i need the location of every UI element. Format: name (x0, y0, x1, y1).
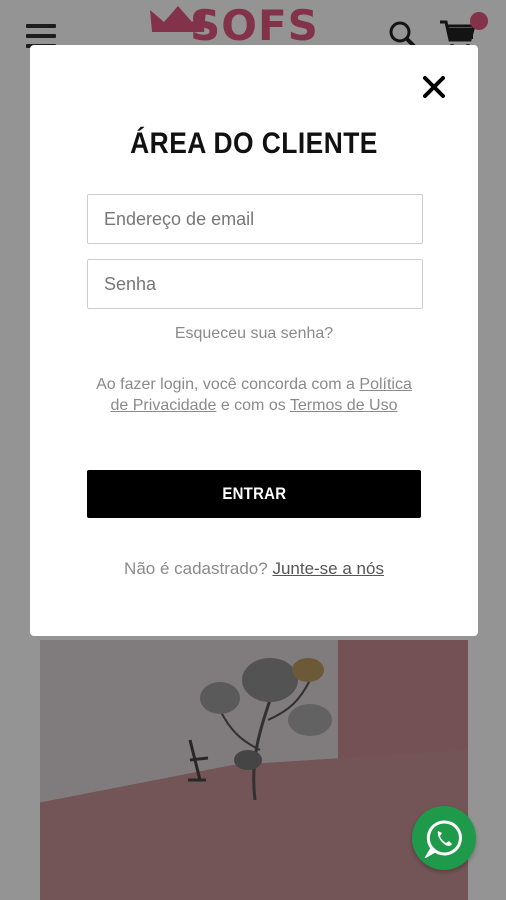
register-link[interactable]: Junte-se a nós (272, 559, 384, 578)
login-modal: ÁREA DO CLIENTE Esqueceu sua senha? Ao f… (30, 45, 478, 636)
whatsapp-button[interactable] (412, 806, 476, 870)
password-field[interactable] (87, 259, 423, 309)
modal-title: ÁREA DO CLIENTE (130, 127, 378, 160)
terms-notice: Ao fazer login, você concorda com a Polí… (94, 375, 414, 416)
login-submit-button[interactable]: ENTRAR (87, 470, 421, 518)
terms-middle-text: e com os (220, 396, 286, 414)
email-field[interactable] (87, 194, 423, 244)
terms-prefix-text: Ao fazer login, você concorda com a (96, 376, 355, 393)
register-prompt-text: Não é cadastrado? (124, 559, 268, 578)
whatsapp-icon (424, 820, 462, 858)
close-button[interactable] (418, 71, 450, 103)
forgot-password-link[interactable]: Esqueceu sua senha? (30, 325, 478, 343)
register-prompt: Não é cadastrado? Junte-se a nós (30, 559, 478, 579)
login-submit-label: ENTRAR (222, 484, 286, 503)
close-icon[interactable] (422, 75, 446, 99)
terms-of-use-link[interactable]: Termos de Uso (290, 397, 398, 414)
